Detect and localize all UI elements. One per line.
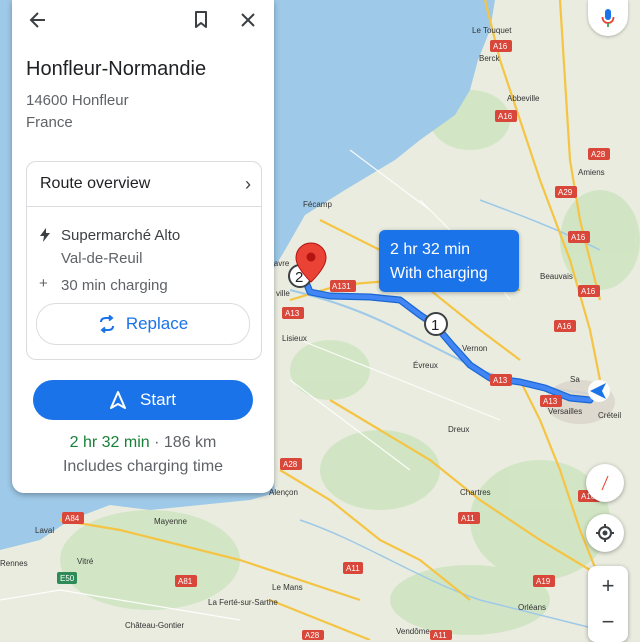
svg-text:A11: A11 bbox=[461, 514, 475, 523]
svg-text:Mayenne: Mayenne bbox=[154, 517, 187, 526]
svg-text:A13: A13 bbox=[285, 309, 300, 318]
close-icon bbox=[241, 13, 255, 27]
compass-button[interactable] bbox=[586, 464, 624, 502]
compass-icon bbox=[601, 475, 609, 491]
tooltip-duration: 2 hr 32 min bbox=[390, 241, 471, 258]
svg-text:Vitré: Vitré bbox=[77, 557, 94, 566]
replace-button[interactable]: Replace bbox=[36, 303, 250, 345]
bookmark-button[interactable] bbox=[186, 6, 216, 34]
svg-text:Le Touquet: Le Touquet bbox=[472, 26, 512, 35]
svg-text:Beauvais: Beauvais bbox=[540, 272, 573, 281]
route-summary-box: Route overview › Supermarché Alto Val-de… bbox=[26, 161, 262, 360]
back-button[interactable] bbox=[23, 6, 53, 34]
svg-text:Château-Gontier: Château-Gontier bbox=[125, 621, 184, 630]
svg-text:A11: A11 bbox=[433, 631, 447, 640]
svg-text:A13: A13 bbox=[493, 376, 508, 385]
route-duration-tooltip[interactable]: 2 hr 32 min With charging bbox=[379, 230, 519, 292]
svg-text:Alençon: Alençon bbox=[269, 488, 298, 497]
my-location-icon bbox=[596, 524, 614, 542]
swap-icon bbox=[99, 315, 114, 333]
svg-text:Fécamp: Fécamp bbox=[303, 200, 332, 209]
my-location-button[interactable] bbox=[586, 514, 624, 552]
place-title: Honfleur-Normandie bbox=[26, 58, 207, 80]
chevron-right-icon: › bbox=[245, 174, 251, 194]
trip-distance: · 186 km bbox=[149, 434, 217, 451]
address-line-1: 14600 Honfleur bbox=[26, 92, 129, 109]
svg-text:Évreux: Évreux bbox=[413, 361, 438, 370]
svg-text:A81: A81 bbox=[178, 577, 193, 586]
start-navigation-button[interactable]: Start bbox=[33, 380, 253, 420]
svg-text:A16: A16 bbox=[581, 287, 596, 296]
bookmark-icon bbox=[195, 11, 207, 28]
svg-text:ville: ville bbox=[276, 289, 290, 298]
svg-text:Lisieux: Lisieux bbox=[282, 334, 307, 343]
svg-text:A19: A19 bbox=[536, 577, 551, 586]
charging-stop-name[interactable]: Supermarché Alto bbox=[61, 227, 180, 244]
bolt-icon bbox=[40, 228, 50, 242]
svg-text:Versailles: Versailles bbox=[548, 407, 582, 416]
svg-text:A29: A29 bbox=[558, 188, 573, 197]
charging-stop-location: Val-de-Reuil bbox=[61, 250, 143, 267]
close-button[interactable] bbox=[233, 6, 263, 34]
start-label: Start bbox=[140, 390, 176, 409]
svg-text:Le Mans: Le Mans bbox=[272, 583, 303, 592]
svg-text:Abbeville: Abbeville bbox=[507, 94, 540, 103]
place-panel: Honfleur-Normandie 14600 Honfleur France… bbox=[12, 0, 274, 493]
svg-text:A28: A28 bbox=[305, 631, 320, 640]
current-location-icon bbox=[588, 380, 610, 402]
svg-text:Laval: Laval bbox=[35, 526, 54, 535]
trip-summary: 2 hr 32 min · 186 km bbox=[12, 434, 274, 452]
trip-duration: 2 hr 32 min bbox=[69, 434, 150, 451]
svg-text:Dreux: Dreux bbox=[448, 425, 469, 434]
svg-text:Orléans: Orléans bbox=[518, 603, 546, 612]
svg-text:A28: A28 bbox=[591, 150, 606, 159]
zoom-controls: + − bbox=[588, 566, 628, 642]
panel-toolbar bbox=[12, 0, 274, 40]
svg-text:A13: A13 bbox=[543, 397, 558, 406]
svg-text:Vernon: Vernon bbox=[462, 344, 487, 353]
tooltip-subtitle: With charging bbox=[390, 265, 488, 282]
waypoint-1-marker[interactable]: 1 bbox=[424, 312, 448, 336]
svg-text:A11: A11 bbox=[346, 564, 360, 573]
svg-text:A16: A16 bbox=[493, 42, 508, 51]
plus-icon: + bbox=[39, 275, 48, 292]
route-overview-label: Route overview bbox=[40, 175, 151, 192]
mic-icon bbox=[601, 9, 615, 27]
svg-text:Créteil: Créteil bbox=[598, 411, 621, 420]
svg-text:A16: A16 bbox=[557, 322, 572, 331]
zoom-in-icon[interactable]: + bbox=[588, 568, 628, 604]
svg-text:Sa: Sa bbox=[570, 375, 580, 384]
svg-text:Berck: Berck bbox=[479, 54, 500, 63]
route-overview-row[interactable]: Route overview › bbox=[27, 162, 261, 207]
svg-text:Rennes: Rennes bbox=[0, 559, 28, 568]
svg-text:A84: A84 bbox=[65, 514, 80, 523]
svg-text:La Ferté-sur-Sarthe: La Ferté-sur-Sarthe bbox=[208, 598, 278, 607]
svg-text:Amiens: Amiens bbox=[578, 168, 605, 177]
back-arrow-icon bbox=[29, 12, 45, 28]
charging-note: Includes charging time bbox=[62, 458, 224, 475]
charging-duration: 30 min charging bbox=[61, 277, 168, 294]
svg-text:A131: A131 bbox=[332, 282, 351, 291]
svg-text:A16: A16 bbox=[498, 112, 513, 121]
svg-text:Vendôme: Vendôme bbox=[396, 627, 430, 636]
replace-label: Replace bbox=[125, 314, 189, 333]
svg-text:Chartres: Chartres bbox=[460, 488, 491, 497]
zoom-out-icon[interactable]: − bbox=[588, 604, 628, 640]
navigation-arrow-icon bbox=[110, 391, 127, 409]
address-line-2: France bbox=[26, 114, 73, 131]
svg-text:E50: E50 bbox=[60, 574, 75, 583]
svg-text:1: 1 bbox=[431, 317, 439, 334]
svg-text:A16: A16 bbox=[571, 233, 586, 242]
svg-text:A28: A28 bbox=[283, 460, 298, 469]
